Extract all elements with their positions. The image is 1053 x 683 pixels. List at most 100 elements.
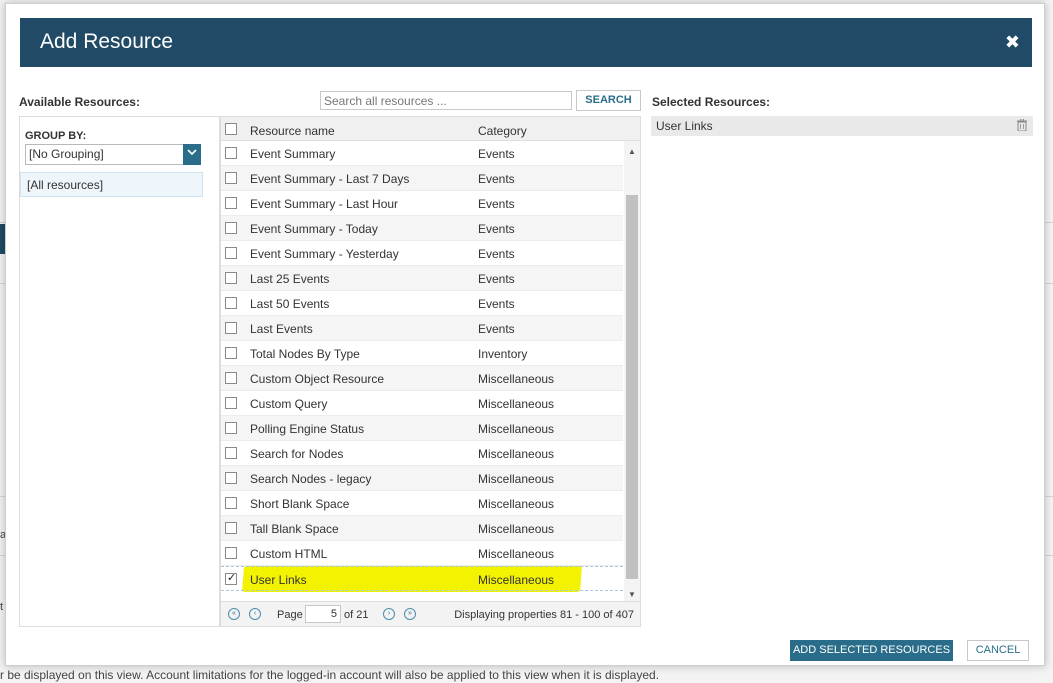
resource-category: Events bbox=[478, 272, 515, 286]
group-by-select[interactable]: [No Grouping] bbox=[25, 144, 201, 165]
row-checkbox[interactable] bbox=[225, 347, 237, 359]
row-checkbox[interactable] bbox=[225, 222, 237, 234]
first-page-icon[interactable]: « bbox=[228, 608, 240, 620]
resource-name: Event Summary bbox=[250, 147, 336, 161]
row-checkbox[interactable] bbox=[225, 522, 237, 534]
select-all-checkbox[interactable] bbox=[225, 123, 237, 135]
table-row[interactable]: Search for Nodes Miscellaneous bbox=[221, 441, 623, 466]
page-label: Page bbox=[277, 609, 303, 621]
row-checkbox[interactable] bbox=[225, 447, 237, 459]
selected-resources-label: Selected Resources: bbox=[652, 95, 771, 109]
row-checkbox[interactable] bbox=[225, 247, 237, 259]
scroll-thumb[interactable] bbox=[626, 195, 638, 579]
selected-resource-item[interactable]: User Links bbox=[651, 116, 1033, 136]
row-checkbox[interactable] bbox=[225, 422, 237, 434]
group-by-label: GROUP BY: bbox=[25, 130, 87, 142]
resource-table: Resource name Category Event Summary Even… bbox=[220, 116, 641, 627]
group-item-all-resources[interactable]: [All resources] bbox=[20, 172, 203, 197]
page-count-label: of 21 bbox=[344, 609, 369, 621]
table-body: Event Summary Events Event Summary - Last … bbox=[221, 141, 623, 601]
resource-name: Last 25 Events bbox=[250, 272, 330, 286]
table-row[interactable]: User Links Miscellaneous bbox=[221, 566, 623, 591]
table-row[interactable]: Event Summary Events bbox=[221, 141, 623, 166]
resource-category: Events bbox=[478, 197, 515, 211]
resource-name: Last 50 Events bbox=[250, 297, 330, 311]
table-row[interactable]: Tall Blank Space Miscellaneous bbox=[221, 516, 623, 541]
resource-name: Search Nodes - legacy bbox=[250, 472, 372, 486]
selected-resource-label: User Links bbox=[656, 119, 713, 133]
resource-name: Event Summary - Yesterday bbox=[250, 247, 399, 261]
group-by-panel: GROUP BY: [No Grouping] [All resources] bbox=[19, 116, 220, 627]
table-row[interactable]: Custom Object Resource Miscellaneous bbox=[221, 366, 623, 391]
table-scrollbar[interactable]: ▲ ▼ bbox=[624, 141, 640, 601]
chevron-down-icon[interactable] bbox=[183, 144, 201, 165]
table-row[interactable]: Event Summary - Last 7 Days Events bbox=[221, 166, 623, 191]
column-header-category[interactable]: Category bbox=[478, 124, 527, 138]
row-checkbox[interactable] bbox=[225, 322, 237, 334]
table-row[interactable]: Search Nodes - legacy Miscellaneous bbox=[221, 466, 623, 491]
page-number-input[interactable]: 5 bbox=[305, 605, 341, 623]
prev-page-icon[interactable]: ‹ bbox=[249, 608, 261, 620]
add-resource-dialog: Add Resource ✖ Available Resources: Sele… bbox=[5, 3, 1045, 666]
row-checkbox[interactable] bbox=[225, 272, 237, 284]
resource-category: Miscellaneous bbox=[478, 422, 555, 436]
resource-name: Event Summary - Last 7 Days bbox=[250, 172, 410, 186]
last-page-icon[interactable]: » bbox=[404, 608, 416, 620]
row-checkbox[interactable] bbox=[225, 547, 237, 559]
available-resources-label: Available Resources: bbox=[19, 95, 140, 109]
table-row[interactable]: Last 50 Events Events bbox=[221, 291, 623, 316]
dialog-header: Add Resource ✖ bbox=[20, 18, 1032, 67]
table-row[interactable]: Total Nodes By Type Inventory bbox=[221, 341, 623, 366]
close-icon[interactable]: ✖ bbox=[1005, 32, 1020, 53]
table-row[interactable]: Custom HTML Miscellaneous bbox=[221, 541, 623, 566]
resource-category: Miscellaneous bbox=[478, 447, 555, 461]
resource-category: Miscellaneous bbox=[478, 397, 555, 411]
resource-category: Events bbox=[478, 322, 515, 336]
resource-category: Events bbox=[478, 222, 515, 236]
pagination-bar: « ‹ Page 5 of 21 › » Displaying properti… bbox=[221, 601, 640, 626]
row-checkbox[interactable] bbox=[225, 397, 237, 409]
cancel-button[interactable]: CANCEL bbox=[967, 640, 1029, 661]
table-row[interactable]: Event Summary - Today Events bbox=[221, 216, 623, 241]
row-checkbox[interactable] bbox=[225, 497, 237, 509]
resource-category: Events bbox=[478, 297, 515, 311]
resource-name: Total Nodes By Type bbox=[250, 347, 360, 361]
resource-category: Miscellaneous bbox=[478, 497, 555, 511]
row-checkbox[interactable] bbox=[225, 147, 237, 159]
group-by-value: [No Grouping] bbox=[29, 147, 104, 161]
next-page-icon[interactable]: › bbox=[383, 608, 395, 620]
table-row[interactable]: Short Blank Space Miscellaneous bbox=[221, 491, 623, 516]
resource-name: Search for Nodes bbox=[250, 447, 344, 461]
row-checkbox[interactable] bbox=[225, 297, 237, 309]
search-input[interactable] bbox=[320, 91, 572, 110]
resource-category: Events bbox=[478, 247, 515, 261]
table-row[interactable]: Last 25 Events Events bbox=[221, 266, 623, 291]
row-checkbox[interactable] bbox=[225, 197, 237, 209]
resource-category: Miscellaneous bbox=[478, 472, 555, 486]
trash-icon[interactable] bbox=[1017, 119, 1027, 131]
resource-category: Miscellaneous bbox=[478, 547, 555, 561]
scroll-down-icon[interactable]: ▼ bbox=[628, 590, 636, 599]
scroll-up-icon[interactable]: ▲ bbox=[628, 147, 636, 156]
table-row[interactable]: Last Events Events bbox=[221, 316, 623, 341]
table-row[interactable]: Polling Engine Status Miscellaneous bbox=[221, 416, 623, 441]
table-row[interactable]: Event Summary - Last Hour Events bbox=[221, 191, 623, 216]
table-row[interactable]: Custom Query Miscellaneous bbox=[221, 391, 623, 416]
background-text-fragment: t bbox=[0, 601, 4, 613]
resource-category: Events bbox=[478, 172, 515, 186]
row-checkbox[interactable] bbox=[225, 372, 237, 384]
row-checkbox[interactable] bbox=[225, 172, 237, 184]
search-button[interactable]: SEARCH bbox=[576, 90, 641, 111]
resource-category: Miscellaneous bbox=[478, 522, 555, 536]
row-checkbox[interactable] bbox=[225, 472, 237, 484]
resource-name: Custom Object Resource bbox=[250, 372, 385, 386]
resource-category: Miscellaneous bbox=[478, 372, 555, 386]
resource-name: Event Summary - Last Hour bbox=[250, 197, 399, 211]
table-row[interactable]: Event Summary - Yesterday Events bbox=[221, 241, 623, 266]
resource-name: Short Blank Space bbox=[250, 497, 350, 511]
column-header-name[interactable]: Resource name bbox=[250, 124, 335, 138]
display-count: Displaying properties 81 - 100 of 407 bbox=[454, 609, 634, 621]
dialog-title: Add Resource bbox=[40, 30, 174, 53]
row-checkbox[interactable] bbox=[225, 571, 237, 585]
add-selected-resources-button[interactable]: ADD SELECTED RESOURCES bbox=[790, 640, 953, 661]
